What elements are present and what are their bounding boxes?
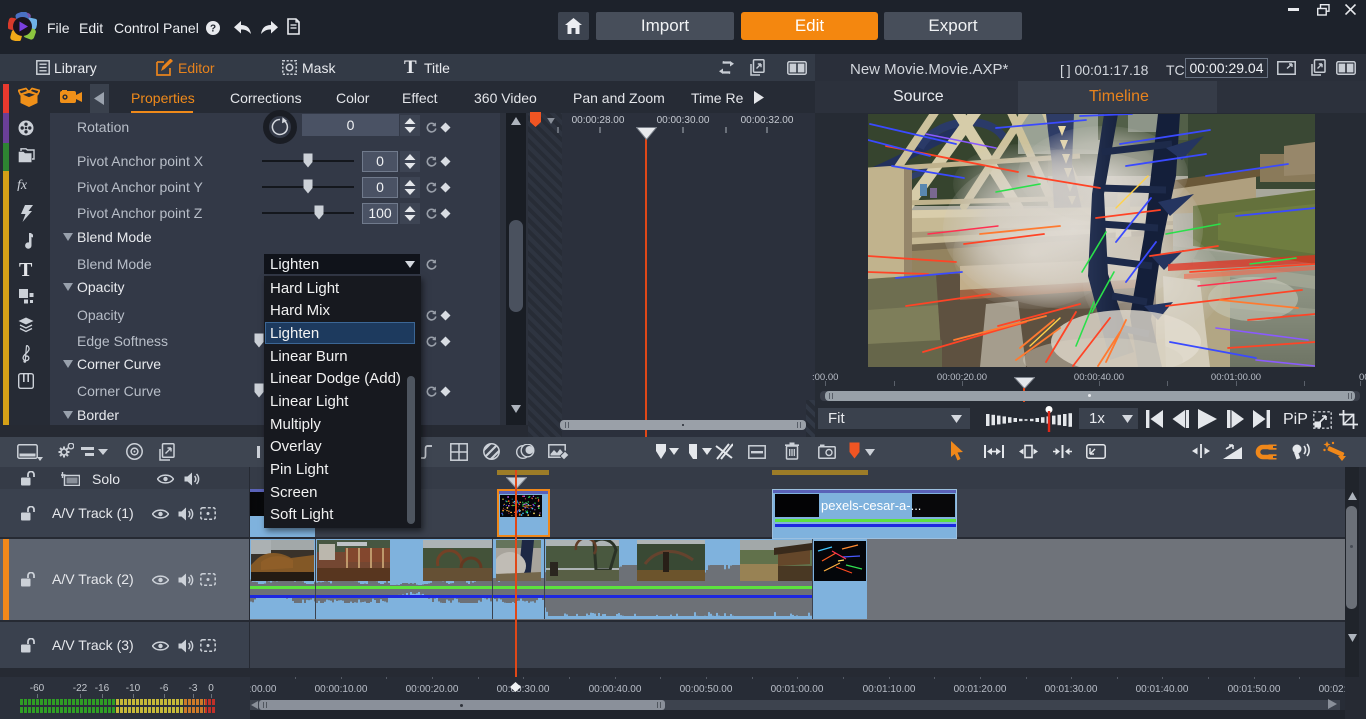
svg-text:fx: fx [17, 178, 28, 191]
svg-text:?: ? [210, 24, 216, 35]
